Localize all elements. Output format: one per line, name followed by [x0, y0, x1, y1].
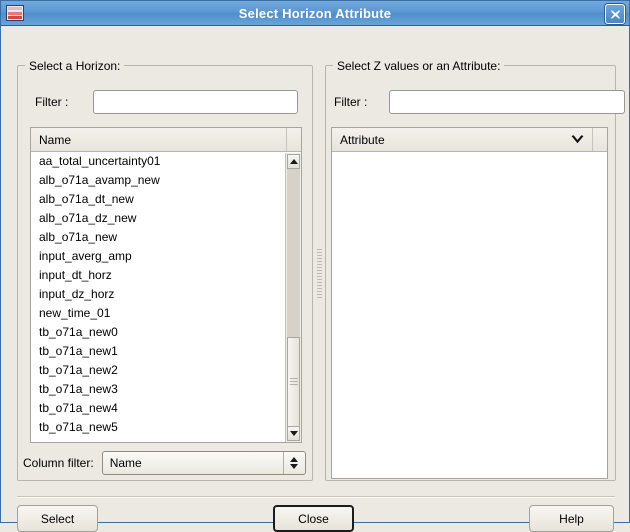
title-bar[interactable]: Select Horizon Attribute [1, 1, 629, 26]
column-header-attribute-label: Attribute [340, 133, 385, 147]
bottom-separator [17, 496, 615, 498]
list-item[interactable]: tb_o71a_new3 [31, 380, 285, 399]
list-item[interactable]: tb_o71a_new5 [31, 418, 285, 437]
horizon-list-body[interactable]: aa_total_uncertainty01alb_o71a_avamp_new… [31, 152, 285, 443]
list-item[interactable]: tb_o71a_new0 [31, 323, 285, 342]
select-button-label: Select [41, 512, 74, 526]
chevron-down-icon[interactable] [571, 135, 584, 144]
window-title: Select Horizon Attribute [1, 6, 629, 21]
scroll-up-arrow-icon[interactable] [287, 154, 300, 169]
list-item[interactable]: tb_o71a_new4 [31, 399, 285, 418]
close-button-label: Close [298, 512, 329, 526]
window-stripes-icon [6, 5, 24, 21]
list-item[interactable]: alb_o71a_new [31, 228, 285, 247]
help-button[interactable]: Help [529, 505, 614, 532]
horizon-filter-label: Filter : [35, 95, 68, 109]
scrollbar-track-upper[interactable] [287, 169, 300, 337]
help-button-label: Help [559, 512, 584, 526]
splitter-grip [317, 249, 322, 299]
column-header-name-label: Name [39, 133, 71, 147]
list-item[interactable]: input_dz_horz [31, 285, 285, 304]
list-item[interactable]: aa_total_uncertainty01 [31, 152, 285, 171]
select-button[interactable]: Select [17, 505, 98, 532]
column-filter-label: Column filter: [23, 456, 94, 470]
column-filter-row: Column filter: Name [23, 451, 306, 475]
list-item[interactable]: alb_o71a_dz_new [31, 209, 285, 228]
attribute-list-header: Attribute [332, 128, 607, 152]
horizon-list[interactable]: Name aa_total_uncertainty01alb_o71a_avam… [30, 127, 302, 443]
select-horizon-group-label: Select a Horizon: [25, 59, 124, 73]
horizon-list-scrollbar[interactable] [285, 153, 301, 442]
list-item[interactable]: alb_o71a_dt_new [31, 190, 285, 209]
list-item[interactable]: input_averg_amp [31, 247, 285, 266]
column-header-name[interactable]: Name [31, 128, 287, 151]
select-z-values-group-label: Select Z values or an Attribute: [333, 59, 504, 73]
horizon-list-header: Name [31, 128, 301, 152]
list-item[interactable]: tb_o71a_new2 [31, 361, 285, 380]
attribute-filter-label: Filter : [334, 95, 367, 109]
close-button[interactable]: Close [273, 505, 354, 532]
column-header-spacer [593, 128, 607, 151]
attribute-filter-input[interactable] [389, 90, 625, 114]
scrollbar-thumb-grip [290, 378, 298, 387]
horizon-filter-row: Filter : [35, 90, 298, 114]
scroll-down-arrow-icon[interactable] [287, 426, 300, 441]
list-item[interactable]: input_dt_horz [31, 266, 285, 285]
close-icon[interactable] [605, 4, 625, 24]
column-filter-value: Name [103, 456, 283, 470]
scrollbar-thumb[interactable] [287, 337, 300, 427]
panel-splitter[interactable] [314, 71, 324, 476]
horizon-filter-input[interactable] [93, 90, 298, 114]
column-header-attribute[interactable]: Attribute [332, 128, 593, 151]
list-item[interactable]: new_time_01 [31, 304, 285, 323]
column-header-spacer [287, 128, 301, 151]
list-item[interactable]: tb_o71a_new1 [31, 342, 285, 361]
column-filter-select[interactable]: Name [102, 451, 306, 475]
attribute-filter-row: Filter : [334, 90, 625, 114]
column-filter-spinner-icon[interactable] [283, 452, 305, 474]
attribute-list-body[interactable] [332, 152, 607, 479]
dialog-window: Select Horizon Attribute Select a Horizo… [0, 0, 630, 523]
dialog-content: Select a Horizon: Filter : Name aa_total… [1, 26, 629, 524]
list-item[interactable]: alb_o71a_avamp_new [31, 171, 285, 190]
attribute-list[interactable]: Attribute [331, 127, 608, 479]
